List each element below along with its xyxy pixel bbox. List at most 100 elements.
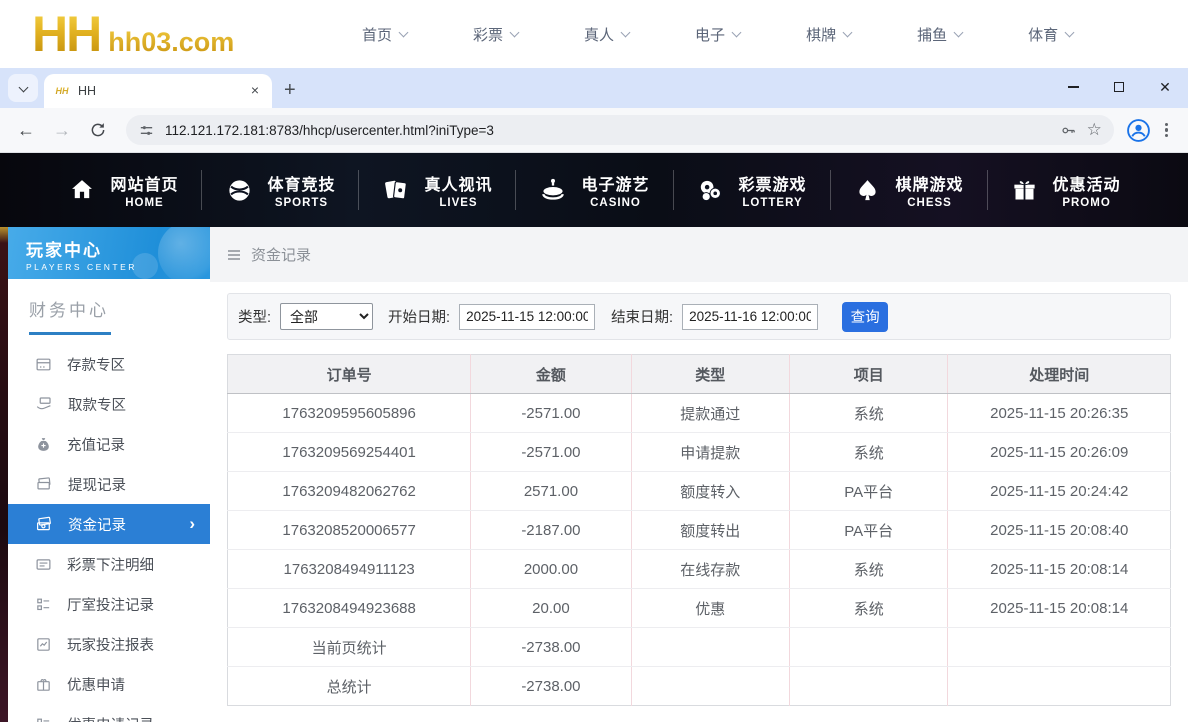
col-header-time: 处理时间 [948, 355, 1171, 394]
sidebar-item-label: 玩家投注报表 [67, 634, 154, 655]
cell-time [948, 667, 1171, 706]
top-nav-label: 体育 [1028, 24, 1058, 45]
close-window-button[interactable]: ✕ [1142, 68, 1188, 106]
top-nav-label: 彩票 [473, 24, 503, 45]
maximize-button[interactable] [1096, 68, 1142, 106]
sidebar-section-title: 财务中心 [29, 296, 210, 321]
nav-zh-label: 网站首页 [110, 171, 178, 195]
nav-promo[interactable]: 优惠活动PROMO [987, 167, 1144, 213]
type-select[interactable]: 全部 [280, 303, 373, 330]
screen: HH hh03.com 首页 彩票 真人 电子 棋牌 捕鱼 体育 HH HH ×… [0, 0, 1188, 722]
nav-chess[interactable]: 棋牌游戏CHESS [830, 167, 987, 213]
chevron-down-icon [954, 27, 964, 37]
cell-amount: -2571.00 [471, 433, 631, 472]
back-button[interactable]: ← [10, 114, 42, 146]
gift-icon [1010, 175, 1040, 205]
top-nav-sports[interactable]: 体育 [1028, 14, 1073, 55]
top-nav-electronic[interactable]: 电子 [695, 14, 740, 55]
recharge-moneybag-icon [35, 436, 52, 453]
cell-project: 系统 [790, 550, 948, 589]
cell-project: PA平台 [790, 511, 948, 550]
col-header-type: 类型 [631, 355, 789, 394]
funds-table-wrap: 订单号 金额 类型 项目 处理时间 1763209595605896 [227, 354, 1171, 706]
minimize-button[interactable] [1050, 68, 1096, 106]
forward-button[interactable]: → [46, 114, 78, 146]
top-nav-lottery[interactable]: 彩票 [473, 14, 518, 55]
site-header: HH hh03.com 首页 彩票 真人 电子 棋牌 捕鱼 体育 [0, 0, 1188, 68]
browser-tab[interactable]: HH HH × [44, 74, 272, 108]
end-date-input[interactable] [682, 304, 818, 330]
cell-type: 额度转入 [631, 472, 789, 511]
nav-sports[interactable]: 体育竞技SPORTS [201, 167, 358, 213]
sidebar-item-promo-apply-records[interactable]: 优惠申请记录› [8, 704, 210, 722]
cell-project: 系统 [790, 589, 948, 628]
col-header-order-no: 订单号 [228, 355, 471, 394]
table-body: 1763209595605896 -2571.00 提款通过 系统 2025-1… [228, 394, 1171, 706]
site-info-tune-icon[interactable] [138, 122, 155, 139]
cell-type: 在线存款 [631, 550, 789, 589]
cell-project: 系统 [790, 394, 948, 433]
tab-search-button[interactable] [8, 74, 38, 102]
promo-record-icon [35, 716, 52, 722]
nav-casino[interactable]: 电子游艺CASINO [515, 167, 672, 213]
chevron-down-icon [510, 27, 520, 37]
cell-amount: 20.00 [471, 589, 631, 628]
address-bar[interactable]: 112.121.172.181:8783/hhcp/usercenter.htm… [126, 115, 1114, 145]
start-date-input[interactable] [459, 304, 595, 330]
top-nav-fishing[interactable]: 捕鱼 [917, 14, 962, 55]
col-header-amount: 金额 [471, 355, 631, 394]
top-nav-label: 棋牌 [806, 24, 836, 45]
table-row: 1763208494911123 2000.00 在线存款 系统 2025-11… [228, 550, 1171, 589]
nav-home[interactable]: 网站首页 HOME [44, 167, 201, 213]
funds-record-icon [35, 515, 53, 533]
profile-avatar-icon[interactable] [1126, 118, 1151, 143]
nav-zh-label: 真人视讯 [424, 171, 492, 195]
search-button[interactable]: 查询 [842, 302, 888, 332]
sidebar-item-promo-apply[interactable]: 优惠申请› [8, 664, 210, 704]
url-text[interactable]: 112.121.172.181:8783/hhcp/usercenter.htm… [165, 123, 1050, 138]
end-date-label: 结束日期: [611, 306, 673, 327]
table-row: 1763209595605896 -2571.00 提款通过 系统 2025-1… [228, 394, 1171, 433]
sidebar-item-deposit[interactable]: 存款专区› [8, 344, 210, 384]
cell-type: 优惠 [631, 589, 789, 628]
nav-lottery[interactable]: 彩票游戏LOTTERY [673, 167, 830, 213]
cell-order-no: 1763208494923688 [228, 589, 471, 628]
cell-time: 2025-11-15 20:26:35 [948, 394, 1171, 433]
sidebar-item-label: 取款专区 [68, 394, 126, 415]
top-nav-live[interactable]: 真人 [584, 14, 629, 55]
password-key-icon[interactable] [1060, 122, 1077, 139]
tab-close-icon[interactable]: × [246, 82, 264, 100]
cell-time: 2025-11-15 20:08:14 [948, 550, 1171, 589]
sidebar-item-withdraw[interactable]: 取款专区› [8, 384, 210, 424]
nav-en-label: CASINO [581, 197, 649, 209]
browser-menu-icon[interactable] [1155, 119, 1178, 142]
chevron-down-icon [843, 27, 853, 37]
site-logo[interactable]: HH hh03.com [32, 5, 312, 63]
sidebar-item-funds-records[interactable]: 资金记录› [8, 504, 210, 544]
cell-project: PA平台 [790, 472, 948, 511]
player-center-sidebar: 玩家中心 PLAYERS CENTER 财务中心 存款专区› 取款专区› [8, 227, 210, 722]
sidebar-item-withdrawal-records[interactable]: 提现记录› [8, 464, 210, 504]
table-row: 1763209569254401 -2571.00 申请提款 系统 2025-1… [228, 433, 1171, 472]
chevron-down-icon [18, 82, 28, 92]
chevron-down-icon [732, 27, 742, 37]
top-nav-chess[interactable]: 棋牌 [806, 14, 851, 55]
table-row: 1763208520006577 -2187.00 额度转出 PA平台 2025… [228, 511, 1171, 550]
sidebar-item-bet-report[interactable]: 玩家投注报表› [8, 624, 210, 664]
sidebar-item-label: 彩票下注明细 [67, 554, 154, 575]
bet-report-icon [35, 636, 52, 653]
roulette-icon [538, 175, 568, 205]
sidebar-item-hall-bet-records[interactable]: 厅室投注记录› [8, 584, 210, 624]
new-tab-button[interactable]: + [284, 81, 296, 99]
nav-lives[interactable]: 真人视讯LIVES [358, 167, 515, 213]
bookmark-star-icon[interactable]: ☆ [1087, 120, 1102, 140]
cell-time [948, 628, 1171, 667]
col-header-project: 项目 [790, 355, 948, 394]
nav-en-label: HOME [110, 197, 178, 209]
cell-type: 提款通过 [631, 394, 789, 433]
top-nav-home[interactable]: 首页 [362, 14, 407, 55]
reload-button[interactable] [82, 114, 114, 146]
sidebar-item-lottery-bet-details[interactable]: 彩票下注明细› [8, 544, 210, 584]
tab-title: HH [78, 84, 238, 98]
sidebar-item-recharge-records[interactable]: 充值记录› [8, 424, 210, 464]
